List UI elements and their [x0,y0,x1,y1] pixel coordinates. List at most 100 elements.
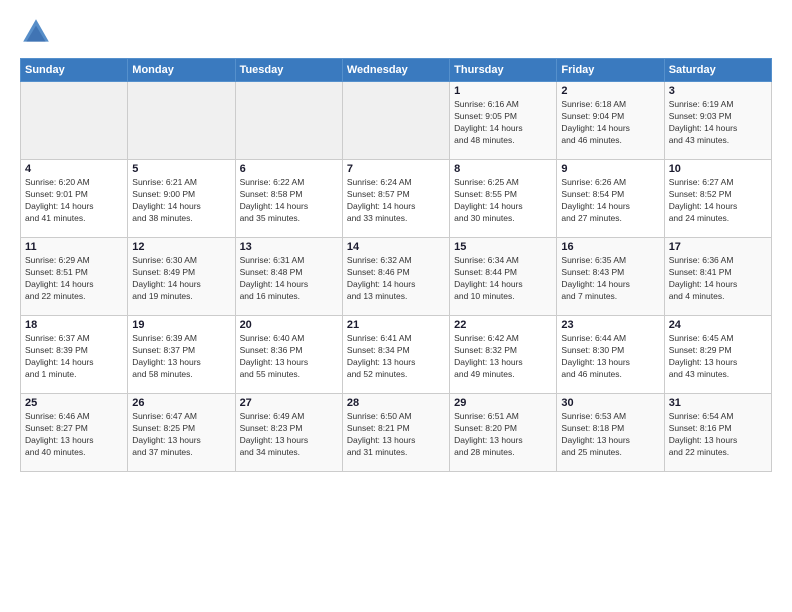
day-cell: 20Sunrise: 6:40 AMSunset: 8:36 PMDayligh… [235,316,342,394]
day-info: Sunrise: 6:20 AMSunset: 9:01 PMDaylight:… [25,177,123,225]
day-info: Sunrise: 6:34 AMSunset: 8:44 PMDaylight:… [454,255,552,303]
day-number: 26 [132,397,230,409]
day-cell: 27 Sunrise: 6:49 AMSunset: 8:23 PMDayligh… [235,394,342,472]
day-info: Sunrise: 6:54 AMSunset: 8:16 PMDaylight:… [669,411,767,459]
day-number: 23 [561,319,659,331]
week-row-2: 11 Sunrise: 6:29 AMSunset: 8:51 PMDayligh… [21,238,772,316]
day-info: Sunrise: 6:32 AMSunset: 8:46 PMDaylight:… [347,255,445,303]
day-number: 10 [669,163,767,175]
day-info: Sunrise: 6:37 AMSunset: 8:39 PMDaylight:… [25,333,123,381]
day-number: 29 [454,397,552,409]
day-cell: 19 Sunrise: 6:39 AMSunset: 8:37 PMDayligh… [128,316,235,394]
day-number: 15 [454,241,552,253]
day-cell: 1 Sunrise: 6:16 AMSunset: 9:05 PMDaylight… [450,82,557,160]
day-info: Sunrise: 6:42 AMSunset: 8:32 PMDaylight:… [454,333,552,381]
day-cell: 15 Sunrise: 6:34 AMSunset: 8:44 PMDayligh… [450,238,557,316]
page: SundayMondayTuesdayWednesdayThursdayFrid… [0,0,792,612]
week-row-4: 25 Sunrise: 6:46 AMSunset: 8:27 PMDayligh… [21,394,772,472]
day-info: Sunrise: 6:53 AMSunset: 8:18 PMDaylight:… [561,411,659,459]
day-cell: 28Sunrise: 6:50 AMSunset: 8:21 PMDayligh… [342,394,449,472]
day-number: 3 [669,85,767,97]
day-info: Sunrise: 6:39 AMSunset: 8:37 PMDaylight:… [132,333,230,381]
day-info: Sunrise: 6:51 AMSunset: 8:20 PMDaylight:… [454,411,552,459]
day-cell: 31Sunrise: 6:54 AMSunset: 8:16 PMDayligh… [664,394,771,472]
day-info: Sunrise: 6:21 AMSunset: 9:00 PMDaylight:… [132,177,230,225]
day-info: Sunrise: 6:31 AMSunset: 8:48 PMDaylight:… [240,255,338,303]
day-number: 5 [132,163,230,175]
day-cell: 3 Sunrise: 6:19 AMSunset: 9:03 PMDaylight… [664,82,771,160]
header-friday: Friday [557,59,664,82]
header-wednesday: Wednesday [342,59,449,82]
day-number: 28 [347,397,445,409]
calendar-table: SundayMondayTuesdayWednesdayThursdayFrid… [20,58,772,472]
header [20,16,772,48]
day-cell [128,82,235,160]
day-cell: 9 Sunrise: 6:26 AMSunset: 8:54 PMDaylight… [557,160,664,238]
day-number: 11 [25,241,123,253]
day-number: 9 [561,163,659,175]
logo [20,16,56,48]
day-cell: 14 Sunrise: 6:32 AMSunset: 8:46 PMDayligh… [342,238,449,316]
day-cell: 13 Sunrise: 6:31 AMSunset: 8:48 PMDayligh… [235,238,342,316]
day-number: 12 [132,241,230,253]
day-number: 4 [25,163,123,175]
day-number: 13 [240,241,338,253]
day-info: Sunrise: 6:22 AMSunset: 8:58 PMDaylight:… [240,177,338,225]
day-number: 2 [561,85,659,97]
day-cell: 26 Sunrise: 6:47 AMSunset: 8:25 PMDayligh… [128,394,235,472]
day-info: Sunrise: 6:19 AMSunset: 9:03 PMDaylight:… [669,99,767,147]
day-number: 19 [132,319,230,331]
day-cell: 7 Sunrise: 6:24 AMSunset: 8:57 PMDaylight… [342,160,449,238]
day-info: Sunrise: 6:24 AMSunset: 8:57 PMDaylight:… [347,177,445,225]
day-info: Sunrise: 6:35 AMSunset: 8:43 PMDaylight:… [561,255,659,303]
day-cell: 11 Sunrise: 6:29 AMSunset: 8:51 PMDayligh… [21,238,128,316]
header-tuesday: Tuesday [235,59,342,82]
day-info: Sunrise: 6:26 AMSunset: 8:54 PMDaylight:… [561,177,659,225]
day-number: 1 [454,85,552,97]
day-cell: 25 Sunrise: 6:46 AMSunset: 8:27 PMDayligh… [21,394,128,472]
day-number: 14 [347,241,445,253]
week-row-0: 1 Sunrise: 6:16 AMSunset: 9:05 PMDaylight… [21,82,772,160]
day-info: Sunrise: 6:30 AMSunset: 8:49 PMDaylight:… [132,255,230,303]
day-cell: 10Sunrise: 6:27 AMSunset: 8:52 PMDayligh… [664,160,771,238]
day-cell: 23 Sunrise: 6:44 AMSunset: 8:30 PMDayligh… [557,316,664,394]
day-cell [235,82,342,160]
day-cell: 24 Sunrise: 6:45 AMSunset: 8:29 PMDayligh… [664,316,771,394]
day-info: Sunrise: 6:49 AMSunset: 8:23 PMDaylight:… [240,411,338,459]
day-number: 17 [669,241,767,253]
day-cell [342,82,449,160]
day-info: Sunrise: 6:44 AMSunset: 8:30 PMDaylight:… [561,333,659,381]
day-number: 30 [561,397,659,409]
day-info: Sunrise: 6:29 AMSunset: 8:51 PMDaylight:… [25,255,123,303]
day-info: Sunrise: 6:45 AMSunset: 8:29 PMDaylight:… [669,333,767,381]
day-cell: 8 Sunrise: 6:25 AMSunset: 8:55 PMDaylight… [450,160,557,238]
day-info: Sunrise: 6:41 AMSunset: 8:34 PMDaylight:… [347,333,445,381]
week-row-3: 18Sunrise: 6:37 AMSunset: 8:39 PMDayligh… [21,316,772,394]
day-info: Sunrise: 6:40 AMSunset: 8:36 PMDaylight:… [240,333,338,381]
day-number: 8 [454,163,552,175]
day-info: Sunrise: 6:47 AMSunset: 8:25 PMDaylight:… [132,411,230,459]
header-saturday: Saturday [664,59,771,82]
day-number: 27 [240,397,338,409]
day-number: 24 [669,319,767,331]
day-info: Sunrise: 6:25 AMSunset: 8:55 PMDaylight:… [454,177,552,225]
day-number: 22 [454,319,552,331]
day-number: 7 [347,163,445,175]
day-cell: 18Sunrise: 6:37 AMSunset: 8:39 PMDayligh… [21,316,128,394]
day-cell: 6Sunrise: 6:22 AMSunset: 8:58 PMDaylight… [235,160,342,238]
day-cell: 5 Sunrise: 6:21 AMSunset: 9:00 PMDaylight… [128,160,235,238]
logo-icon [20,16,52,48]
header-sunday: Sunday [21,59,128,82]
day-cell: 12 Sunrise: 6:30 AMSunset: 8:49 PMDayligh… [128,238,235,316]
header-row: SundayMondayTuesdayWednesdayThursdayFrid… [21,59,772,82]
day-number: 25 [25,397,123,409]
day-info: Sunrise: 6:18 AMSunset: 9:04 PMDaylight:… [561,99,659,147]
day-cell: 30 Sunrise: 6:53 AMSunset: 8:18 PMDayligh… [557,394,664,472]
header-thursday: Thursday [450,59,557,82]
week-row-1: 4 Sunrise: 6:20 AMSunset: 9:01 PMDaylight… [21,160,772,238]
header-monday: Monday [128,59,235,82]
day-info: Sunrise: 6:46 AMSunset: 8:27 PMDaylight:… [25,411,123,459]
day-cell: 21Sunrise: 6:41 AMSunset: 8:34 PMDayligh… [342,316,449,394]
day-cell: 17Sunrise: 6:36 AMSunset: 8:41 PMDayligh… [664,238,771,316]
day-info: Sunrise: 6:16 AMSunset: 9:05 PMDaylight:… [454,99,552,147]
